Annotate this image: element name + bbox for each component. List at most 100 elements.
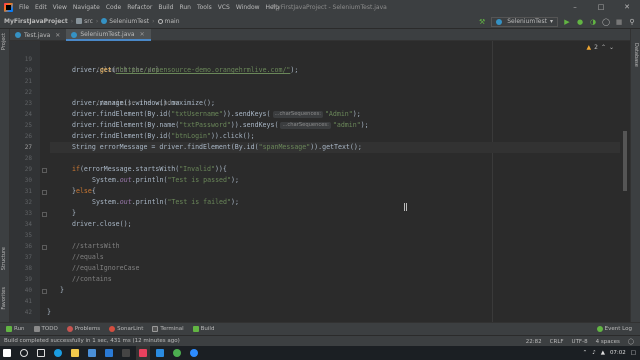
hammer-build-icon[interactable]: ⚒ xyxy=(478,18,486,26)
code-token: )).getText(); xyxy=(310,143,362,151)
code-url-link[interactable]: "https://opensource-demo.orangehrmlive.c… xyxy=(116,66,291,74)
indent-setting[interactable]: 4 spaces xyxy=(596,339,620,345)
menu-tools[interactable]: Tools xyxy=(194,4,215,11)
menu-edit[interactable]: Edit xyxy=(32,4,50,11)
chevron-right-icon: › xyxy=(70,17,74,25)
event-log-icon xyxy=(596,326,603,332)
run-icon[interactable]: ▶ xyxy=(563,18,571,26)
run-tool-button[interactable]: Run xyxy=(6,326,25,332)
menu-code[interactable]: Code xyxy=(103,4,124,11)
parameter-hint: ...charSequences: xyxy=(272,111,323,118)
debug-icon[interactable]: ● xyxy=(576,18,584,26)
line-separator[interactable]: CRLF xyxy=(550,339,564,345)
code-token: String errorMessage = driver.findElement… xyxy=(72,143,259,151)
problems-icon xyxy=(66,326,73,332)
task-view-icon[interactable] xyxy=(34,346,48,360)
menu-navigate[interactable]: Navigate xyxy=(70,4,103,11)
build-tool-button[interactable]: Build xyxy=(192,326,214,332)
file-encoding[interactable]: UTF-8 xyxy=(572,339,588,345)
edge-browser-icon[interactable] xyxy=(51,346,65,360)
store-icon[interactable] xyxy=(85,346,99,360)
editor-scrollbar[interactable] xyxy=(623,131,627,191)
mail-icon[interactable] xyxy=(102,346,116,360)
problems-tool-button[interactable]: Problems xyxy=(66,326,100,332)
menu-bar: File Edit View Navigate Code Refactor Bu… xyxy=(0,0,640,14)
breadcrumb-src[interactable]: src xyxy=(76,18,93,25)
menu-run[interactable]: Run xyxy=(176,4,194,11)
code-token: )).sendKeys( xyxy=(230,121,279,129)
line-number: 28 xyxy=(24,155,32,162)
fold-marker[interactable] xyxy=(42,245,47,250)
lock-icon[interactable]: ◯ xyxy=(628,339,634,345)
line-number: 41 xyxy=(24,298,32,305)
favorites-tool-button[interactable]: Favorites xyxy=(1,287,7,310)
maximize-button[interactable]: □ xyxy=(588,0,614,14)
volume-icon[interactable]: ♪ xyxy=(592,350,596,356)
breadcrumb-method[interactable]: main xyxy=(157,18,180,25)
menu-file[interactable]: File xyxy=(16,4,32,11)
breadcrumb-project[interactable]: MyFirstJavaProject xyxy=(4,18,68,25)
code-line-34: driver.close(); xyxy=(72,219,132,230)
search-icon[interactable]: ⚲ xyxy=(628,18,636,26)
structure-tool-button[interactable]: Structure xyxy=(1,247,7,270)
vscode-icon[interactable] xyxy=(153,346,167,360)
field-token: out xyxy=(119,176,132,184)
fold-marker[interactable] xyxy=(42,289,47,294)
line-number: 35 xyxy=(24,232,32,239)
status-message[interactable]: Build completed successfully in 1 sec, 4… xyxy=(4,338,180,344)
fold-marker[interactable] xyxy=(42,212,47,217)
line-number: 40 xyxy=(24,287,32,294)
todo-tool-button[interactable]: TODO xyxy=(33,326,58,332)
line-number: 37 xyxy=(24,254,32,261)
run-config-select[interactable]: SeleniumTest ▾ xyxy=(491,16,558,27)
menu-window[interactable]: Window xyxy=(233,4,263,11)
close-tab-icon[interactable]: ✕ xyxy=(55,32,60,39)
intellij-taskbar-icon[interactable] xyxy=(136,346,150,360)
database-tool-button[interactable]: Database xyxy=(633,43,639,67)
zoom-icon[interactable] xyxy=(187,346,201,360)
code-line-37: //equals xyxy=(72,252,104,263)
line-number: 20 xyxy=(24,67,32,74)
terminal-tool-button[interactable]: Terminal xyxy=(152,326,184,332)
caret-position[interactable]: 22:82 xyxy=(526,339,542,345)
event-log-button[interactable]: Event Log xyxy=(596,326,632,332)
code-token: ); xyxy=(230,176,239,184)
breadcrumb-class-label: SeleniumTest xyxy=(109,17,150,25)
tab-seleniumtest-java[interactable]: SeleniumTest.java ✕ xyxy=(66,29,151,41)
close-tab-icon[interactable]: ✕ xyxy=(140,31,145,38)
profile-icon[interactable]: ◯ xyxy=(602,18,610,26)
breadcrumb-class[interactable]: SeleniumTest xyxy=(101,18,149,25)
code-editor[interactable]: ▲ 2 ⌃ ⌄ 19 20 21 22 23 24 25 26 27 28 29… xyxy=(10,41,630,322)
terminal-icon xyxy=(152,326,159,332)
menu-refactor[interactable]: Refactor xyxy=(124,4,155,11)
menu-build[interactable]: Build xyxy=(155,4,176,11)
tab-test-java[interactable]: Test.java ✕ xyxy=(10,29,66,41)
chevron-up-icon[interactable]: ⌃ xyxy=(583,350,588,356)
code-line-23: driver.manage().window().maximize(); xyxy=(72,98,215,109)
minimize-button[interactable]: – xyxy=(562,0,588,14)
project-tool-button[interactable]: Project xyxy=(1,33,7,50)
file-explorer-icon[interactable] xyxy=(68,346,82,360)
code-token: )).click(); xyxy=(210,132,255,140)
network-icon[interactable]: ▲ xyxy=(601,350,605,356)
chrome-icon[interactable] xyxy=(170,346,184,360)
coverage-icon[interactable]: ◑ xyxy=(589,18,597,26)
code-text-area[interactable]: //launch the url driver.get("https://ope… xyxy=(47,41,620,322)
clock[interactable]: 07:02 xyxy=(610,350,626,356)
todo-icon xyxy=(33,326,40,332)
close-window-button[interactable]: ✕ xyxy=(614,0,640,14)
search-icon[interactable] xyxy=(17,346,31,360)
notifications-icon[interactable]: □ xyxy=(631,350,636,356)
fold-marker[interactable] xyxy=(42,168,47,173)
menu-vcs[interactable]: VCS xyxy=(215,4,233,11)
fold-marker[interactable] xyxy=(42,190,47,195)
keyword: if xyxy=(72,165,80,173)
code-token: driver.findElement(By.id( xyxy=(72,132,172,140)
menu-view[interactable]: View xyxy=(50,4,70,11)
code-token: System. xyxy=(92,176,120,184)
windows-start-icon[interactable] xyxy=(0,346,14,360)
stop-icon[interactable]: ■ xyxy=(615,18,623,26)
keyword: else xyxy=(75,187,92,195)
sonarlint-tool-button[interactable]: SonarLint xyxy=(109,326,143,332)
camera-icon[interactable] xyxy=(119,346,133,360)
